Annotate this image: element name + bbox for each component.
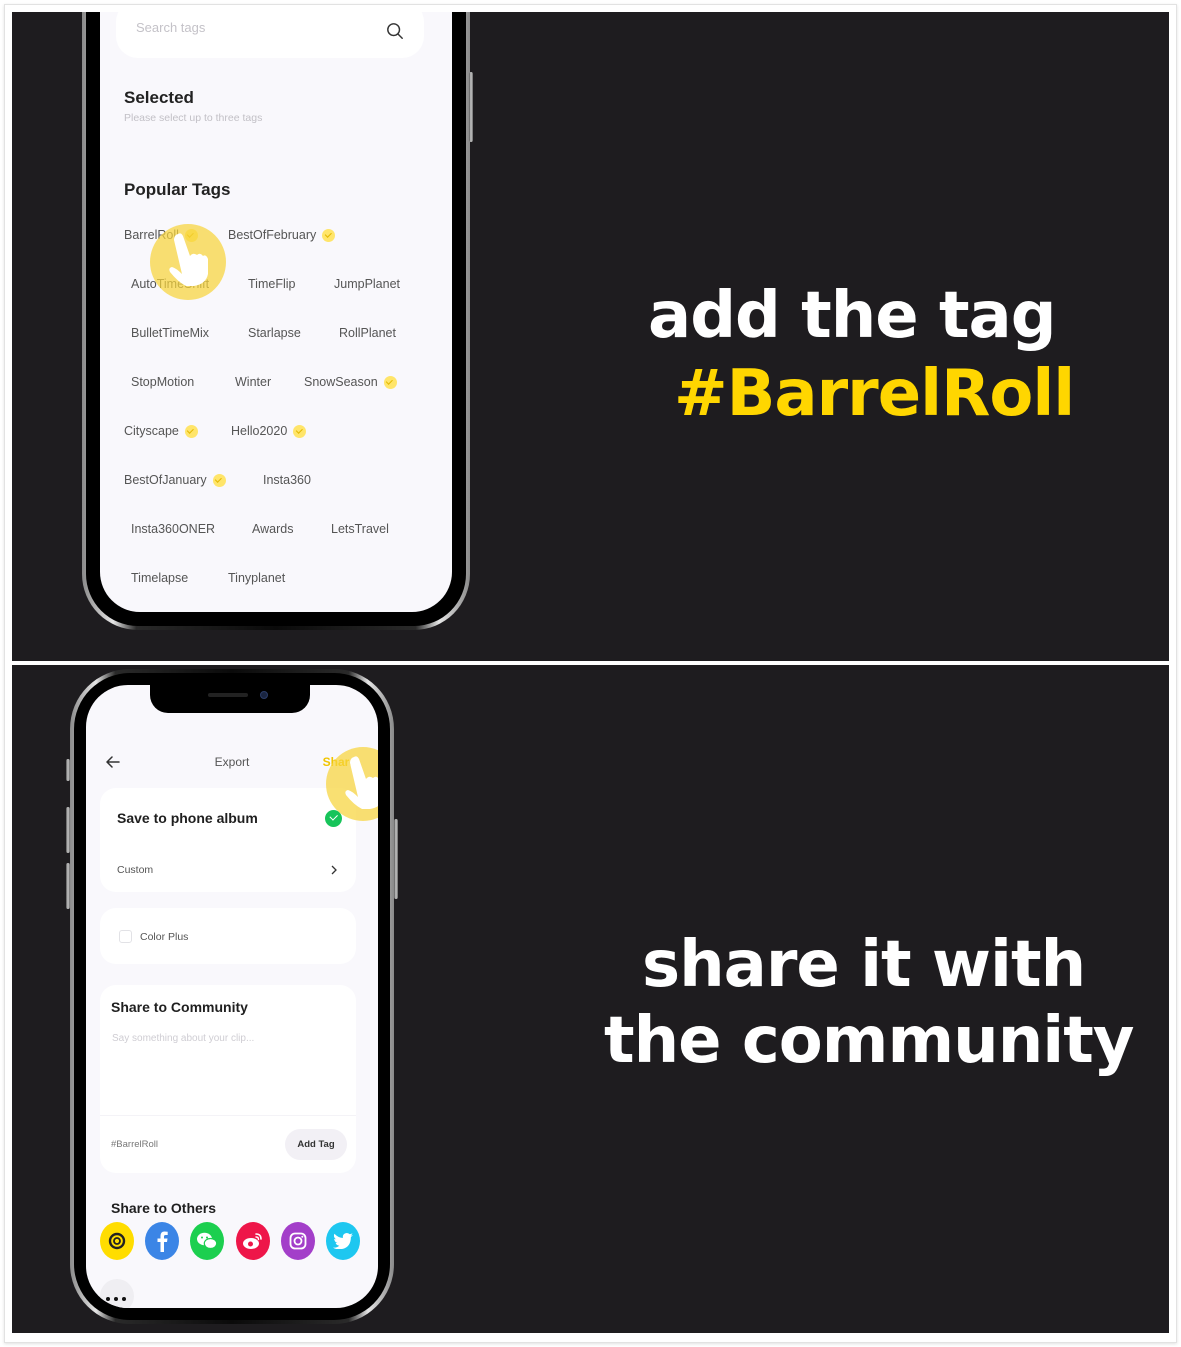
tag-item[interactable]: BestOfFebruary bbox=[228, 228, 336, 242]
insta360-icon bbox=[107, 1231, 127, 1251]
tag-label: TimeFlip bbox=[248, 277, 296, 291]
export-screen: Export Share Save to phone album Custom … bbox=[86, 685, 378, 1308]
tag-label: BulletTimeMix bbox=[131, 326, 210, 340]
tag-label: Awards bbox=[252, 522, 294, 536]
clip-description-input[interactable] bbox=[112, 1033, 342, 1103]
phone-power-button bbox=[394, 819, 398, 899]
share-weibo-button[interactable] bbox=[236, 1222, 270, 1260]
tag-label: BestOfFebruary bbox=[228, 228, 317, 242]
caption-line-2: the community bbox=[604, 1004, 1134, 1078]
tag-item[interactable]: SnowSeason bbox=[304, 375, 397, 389]
tag-label: Hello2020 bbox=[231, 424, 288, 438]
share-facebook-button[interactable] bbox=[145, 1222, 179, 1260]
tag-label: JumpPlanet bbox=[334, 277, 401, 291]
featured-badge-icon bbox=[293, 424, 307, 438]
tutorial-panel-add-tag: Selected Please select up to three tags … bbox=[12, 12, 1169, 661]
tag-item[interactable]: Timelapse bbox=[131, 571, 188, 585]
tag-item[interactable]: LetsTravel bbox=[331, 522, 389, 536]
tag-label: Insta360ONER bbox=[131, 522, 216, 536]
tag-item[interactable]: BestOfJanuary bbox=[124, 473, 226, 487]
tag-label: RollPlanet bbox=[339, 326, 396, 340]
tutorial-panel-share: Export Share Save to phone album Custom … bbox=[12, 665, 1169, 1333]
add-tag-button[interactable]: Add Tag bbox=[285, 1129, 347, 1160]
weibo-icon bbox=[242, 1231, 264, 1251]
pointing-hand-icon bbox=[345, 756, 378, 809]
phone-mute-switch bbox=[66, 759, 70, 781]
save-to-album-label: Save to phone album bbox=[117, 810, 258, 826]
share-others-heading: Share to Others bbox=[111, 1200, 217, 1216]
caption-line-1: add the tag bbox=[648, 279, 1057, 353]
tags-screen: Selected Please select up to three tags … bbox=[100, 12, 452, 612]
search-tags-input[interactable] bbox=[136, 20, 356, 35]
tag-item[interactable]: Insta360 bbox=[263, 473, 311, 487]
pointing-hand-icon bbox=[169, 233, 208, 286]
search-icon[interactable] bbox=[386, 22, 404, 40]
share-twitter-button[interactable] bbox=[326, 1222, 360, 1260]
share-insta360-button[interactable] bbox=[100, 1222, 134, 1260]
color-plus-checkbox[interactable] bbox=[119, 930, 132, 943]
earpiece bbox=[208, 693, 248, 697]
chevron-right-icon[interactable] bbox=[329, 865, 339, 875]
color-plus-card: Color Plus bbox=[100, 908, 356, 964]
color-plus-label: Color Plus bbox=[140, 931, 189, 943]
facebook-icon bbox=[155, 1230, 169, 1252]
phone-bezel: Export Share Save to phone album Custom … bbox=[74, 673, 390, 1320]
tag-label: SnowSeason bbox=[304, 375, 378, 389]
share-community-heading: Share to Community bbox=[111, 999, 248, 1015]
featured-badge-icon bbox=[322, 228, 336, 242]
tag-item[interactable]: Winter bbox=[235, 375, 271, 389]
wechat-icon bbox=[196, 1231, 218, 1251]
phone-notch bbox=[150, 685, 310, 713]
tag-label: Tinyplanet bbox=[228, 571, 286, 585]
tag-label: StopMotion bbox=[131, 375, 195, 389]
popular-tags-heading: Popular Tags bbox=[124, 180, 231, 199]
tag-label: Cityscape bbox=[124, 424, 179, 438]
share-community-card: Share to Community #BarrelRoll Add Tag bbox=[100, 985, 356, 1173]
tag-label: Insta360 bbox=[263, 473, 311, 487]
selected-heading: Selected bbox=[124, 88, 194, 107]
caption-line-1: share it with bbox=[642, 928, 1086, 1002]
tag-item[interactable]: RollPlanet bbox=[339, 326, 396, 340]
tag-label: Starlapse bbox=[248, 326, 301, 340]
phone-side-button bbox=[469, 72, 473, 142]
tag-label: Timelapse bbox=[131, 571, 189, 585]
tag-item[interactable]: Insta360ONER bbox=[131, 522, 215, 536]
more-dots-icon[interactable] bbox=[100, 1279, 134, 1308]
featured-badge-icon bbox=[212, 473, 226, 487]
tag-item[interactable]: StopMotion bbox=[131, 375, 194, 389]
tag-label: BestOfJanuary bbox=[124, 473, 207, 487]
selected-hint: Please select up to three tags bbox=[124, 112, 263, 124]
twitter-icon bbox=[333, 1233, 353, 1249]
front-camera bbox=[260, 691, 268, 699]
custom-setting-label[interactable]: Custom bbox=[117, 864, 153, 876]
share-wechat-button[interactable] bbox=[190, 1222, 224, 1260]
tag-item[interactable]: BulletTimeMix bbox=[131, 326, 209, 340]
phone-volume-up bbox=[66, 807, 70, 853]
tag-item[interactable]: Hello2020 bbox=[231, 424, 307, 438]
search-bar[interactable] bbox=[116, 12, 424, 58]
save-to-album-card: Save to phone album Custom bbox=[100, 788, 356, 892]
selected-tag-chip[interactable]: #BarrelRoll bbox=[111, 1139, 158, 1150]
tag-item[interactable]: Cityscape bbox=[124, 424, 198, 438]
tag-item[interactable]: TimeFlip bbox=[248, 277, 295, 291]
tag-item[interactable]: JumpPlanet bbox=[334, 277, 400, 291]
phone-mockup-export: Export Share Save to phone album Custom … bbox=[66, 669, 398, 1324]
share-instagram-button[interactable] bbox=[281, 1222, 315, 1260]
card-divider bbox=[100, 1115, 356, 1116]
featured-badge-icon bbox=[383, 375, 397, 389]
tag-label: LetsTravel bbox=[331, 522, 389, 536]
phone-mockup-tags: Selected Please select up to three tags … bbox=[82, 12, 473, 630]
tag-item[interactable]: Awards bbox=[252, 522, 293, 536]
tag-item[interactable]: Starlapse bbox=[248, 326, 301, 340]
phone-bezel: Selected Please select up to three tags … bbox=[86, 12, 466, 626]
caption-hashtag: #BarrelRoll bbox=[674, 357, 1075, 431]
featured-badge-icon bbox=[184, 424, 198, 438]
tap-indicator bbox=[150, 224, 226, 300]
tag-label: Winter bbox=[235, 375, 272, 389]
instagram-icon bbox=[289, 1232, 307, 1250]
phone-volume-down bbox=[66, 863, 70, 909]
tag-item[interactable]: Tinyplanet bbox=[228, 571, 285, 585]
